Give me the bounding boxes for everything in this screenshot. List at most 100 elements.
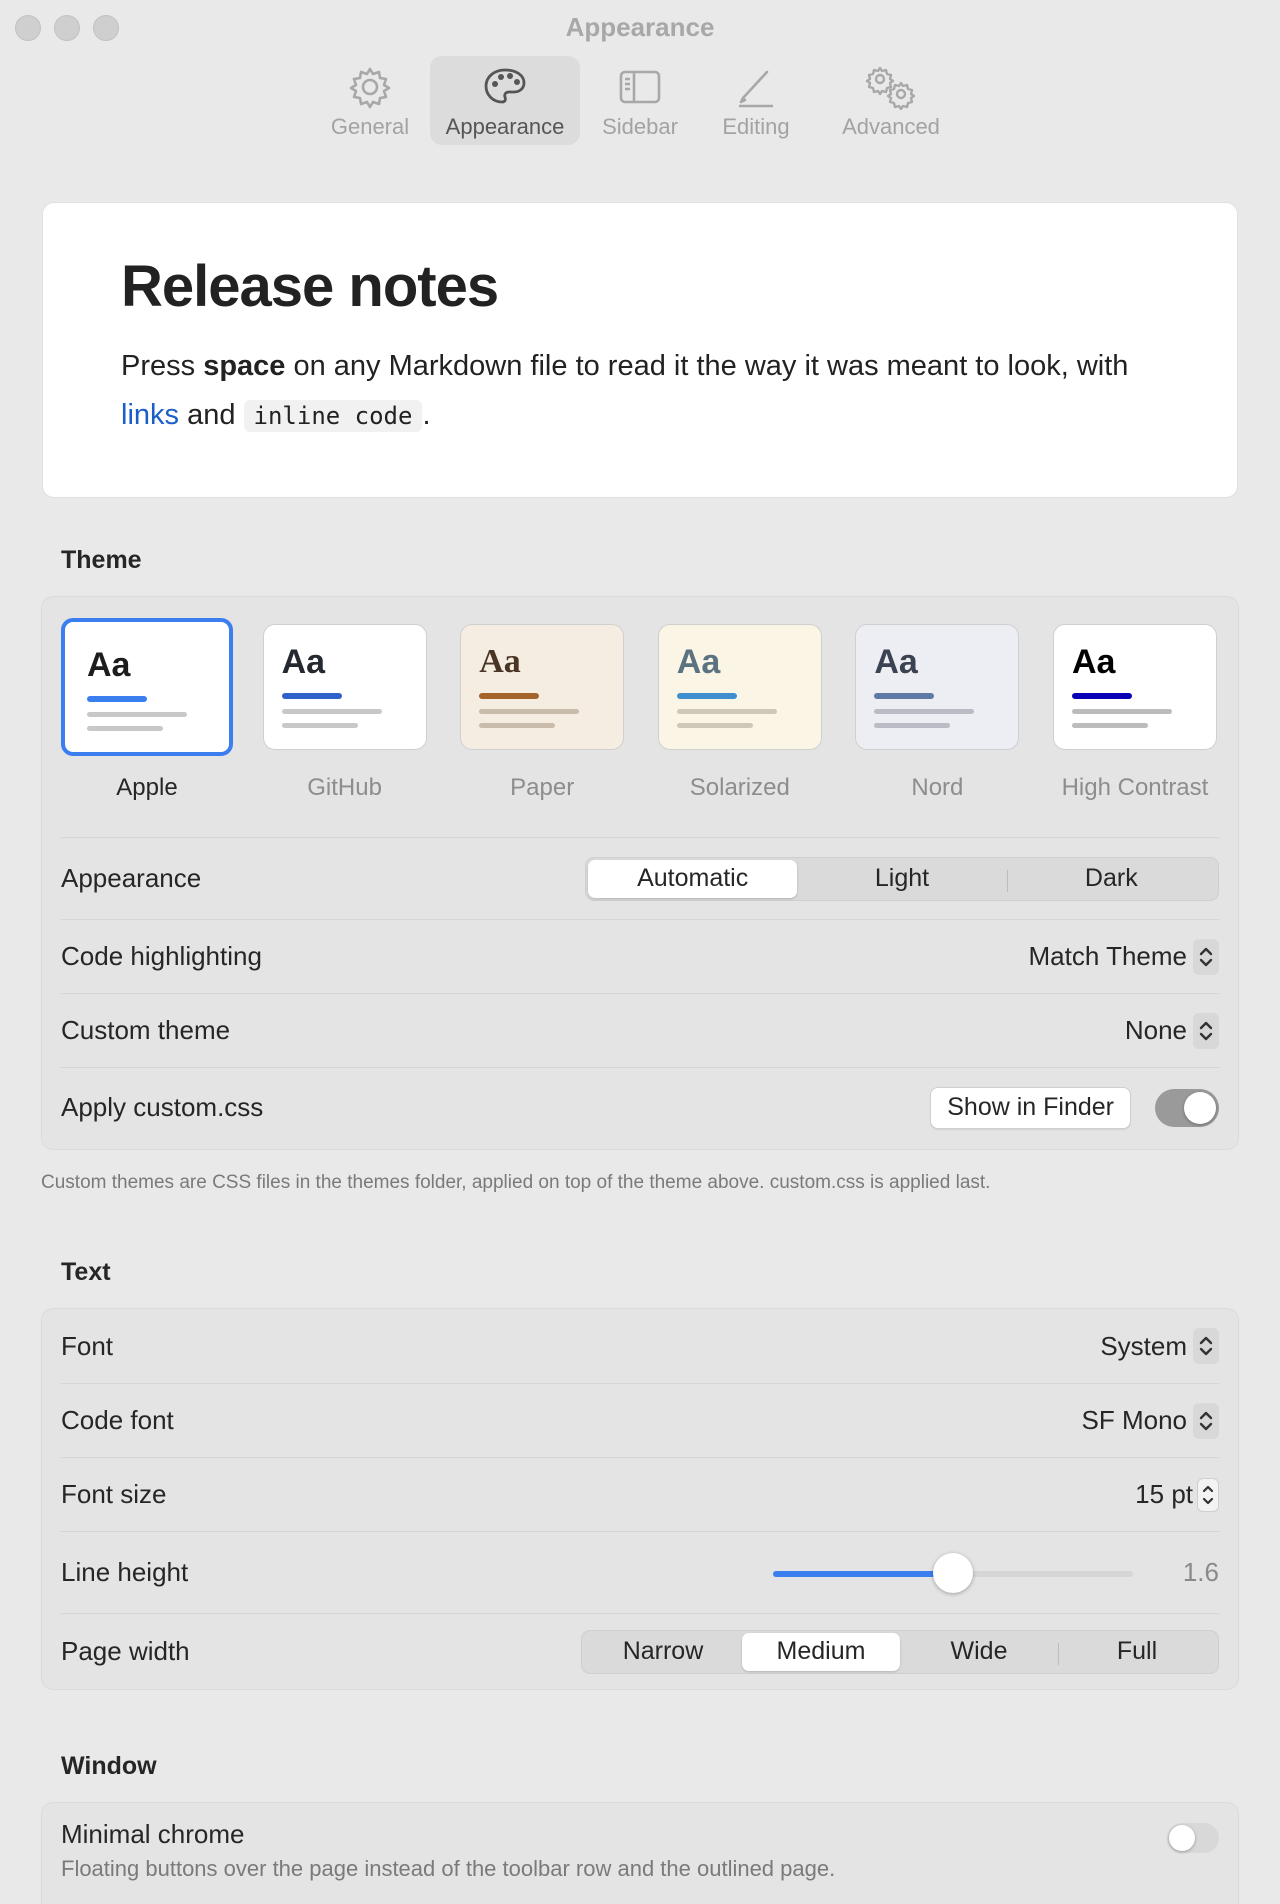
line-height-label: Line height <box>61 1557 189 1587</box>
minimal-chrome-label: Minimal chrome <box>61 1819 245 1849</box>
font-size-stepper[interactable] <box>1197 1477 1219 1512</box>
theme-swatch-line <box>281 693 342 699</box>
theme-swatch-line <box>676 723 753 728</box>
preview-inline-code: inline code <box>243 400 423 432</box>
theme-option-nord[interactable]: Aa Nord <box>851 624 1023 809</box>
tab-editing[interactable]: Editing <box>700 56 812 145</box>
tab-general-label: General <box>330 114 410 139</box>
appearance-option-automatic[interactable]: Automatic <box>588 859 798 898</box>
tab-sidebar[interactable]: Sidebar <box>584 56 696 145</box>
preview-paragraph: Press space on any Markdown file to read… <box>121 342 1159 441</box>
theme-option-solarized[interactable]: Aa Solarized <box>654 624 826 809</box>
theme-swatch-glyph: Aa <box>479 643 521 680</box>
appearance-label: Appearance <box>61 863 202 893</box>
tab-appearance[interactable]: Appearance <box>430 56 580 145</box>
sidebar-icon <box>619 70 661 104</box>
appearance-option-dark[interactable]: Dark <box>1006 860 1216 898</box>
theme-option-apple[interactable]: Aa Apple <box>61 618 233 809</box>
show-in-finder-button[interactable]: Show in Finder <box>930 1086 1131 1129</box>
theme-option-label: High Contrast <box>1061 774 1209 801</box>
line-height-slider[interactable] <box>772 1552 1133 1593</box>
page-width-option-full[interactable]: Full <box>1058 1633 1216 1671</box>
line-height-row: Line height 1.6 <box>61 1531 1219 1613</box>
theme-option-github[interactable]: Aa GitHub <box>259 624 431 809</box>
code-highlighting-popup[interactable]: Match Theme <box>1028 938 1219 975</box>
theme-swatch-line <box>874 723 951 728</box>
font-popup[interactable]: System <box>1100 1328 1219 1364</box>
pencil-icon <box>739 70 773 108</box>
theme-swatch[interactable]: Aa <box>855 624 1020 750</box>
toggle-knob <box>1184 1091 1216 1124</box>
minimal-chrome-description: Floating buttons over the page instead o… <box>61 1856 836 1881</box>
apply-custom-css-row: Apply custom.css Show in Finder <box>61 1067 1219 1147</box>
theme-swatch-line <box>874 709 975 714</box>
code-font-popup[interactable]: SF Mono <box>1081 1402 1219 1439</box>
page-width-option-medium[interactable]: Medium <box>742 1632 900 1671</box>
theme-swatch-line <box>874 693 935 699</box>
theme-swatch[interactable]: Aa <box>460 624 625 750</box>
tab-appearance-label: Appearance <box>445 114 565 139</box>
code-font-label: Code font <box>61 1405 174 1435</box>
font-value: System <box>1100 1330 1187 1361</box>
theme-swatch-glyph: Aa <box>676 643 721 681</box>
tab-advanced[interactable]: Advanced <box>816 56 966 145</box>
font-size-value[interactable]: 15 pt <box>1135 1479 1193 1510</box>
appearance-option-light[interactable]: Light <box>797 860 1006 898</box>
page-width-option-wide[interactable]: Wide <box>900 1633 1058 1671</box>
theme-swatch-line <box>281 723 358 728</box>
theme-swatch[interactable]: Aa <box>1052 624 1217 750</box>
page-width-row: Page width Narrow Medium Wide Full <box>61 1613 1219 1689</box>
custom-theme-label: Custom theme <box>61 1015 231 1045</box>
theme-swatch-line <box>479 709 580 714</box>
theme-option-high-contrast[interactable]: Aa High Contrast <box>1049 624 1221 809</box>
chevron-up-down-icon <box>1193 1012 1219 1049</box>
theme-swatch-glyph: Aa <box>874 643 918 681</box>
theme-swatch-line <box>479 723 556 728</box>
tab-sidebar-label: Sidebar <box>602 114 678 139</box>
tab-general[interactable]: General <box>314 56 426 145</box>
theme-swatch-line <box>1071 709 1172 714</box>
code-font-row: Code font SF Mono <box>61 1383 1219 1457</box>
apply-custom-css-toggle[interactable] <box>1155 1088 1219 1127</box>
apply-custom-css-label: Apply custom.css <box>61 1092 264 1122</box>
theme-section-title: Theme <box>61 546 142 574</box>
page-width-option-narrow[interactable]: Narrow <box>584 1633 742 1671</box>
theme-swatch-line <box>1071 723 1148 728</box>
code-highlighting-value: Match Theme <box>1028 941 1187 971</box>
preview-text: on any Markdown file to read it the way … <box>285 350 1129 382</box>
theme-swatch-line <box>87 696 147 702</box>
title-bar: Appearance General Appearance Sidebar Ed… <box>0 0 1280 150</box>
appearance-segmented-control: Automatic Light Dark <box>585 856 1219 901</box>
theme-swatch[interactable]: Aa <box>61 618 233 756</box>
tab-editing-label: Editing <box>722 114 790 139</box>
theme-tiles: Aa Apple Aa GitHub Aa Paper Aa Solarized Aa Nord A… <box>61 618 1221 809</box>
code-highlighting-label: Code highlighting <box>61 941 262 971</box>
window-title: Appearance <box>565 12 715 42</box>
theme-swatch[interactable]: Aa <box>657 624 822 750</box>
preview-heading: Release notes <box>121 254 499 319</box>
chevron-up-down-icon <box>1193 938 1219 975</box>
code-font-value: SF Mono <box>1081 1405 1188 1435</box>
preview-bold: space <box>203 350 286 382</box>
font-size-label: Font size <box>61 1479 167 1509</box>
custom-theme-value: None <box>1124 1015 1187 1045</box>
theme-swatch-line <box>281 709 382 714</box>
theme-option-label: Paper <box>510 774 575 801</box>
custom-theme-popup[interactable]: None <box>1124 1012 1219 1049</box>
line-height-value: 1.6 <box>1182 1557 1219 1587</box>
gears-icon <box>865 66 916 110</box>
theme-swatch-line <box>479 693 540 699</box>
preview-link: links <box>121 399 180 431</box>
theme-option-label: Solarized <box>689 774 790 801</box>
text-group: Font System Code font SF Mono Font size … <box>41 1308 1239 1690</box>
window-section-title: Window <box>61 1752 157 1780</box>
theme-swatch-line <box>87 712 187 717</box>
preferences-toolbar: General Appearance Sidebar Editing Advan… <box>0 56 1280 145</box>
window-group: Minimal chrome Floating buttons over the… <box>41 1802 1239 1904</box>
minimal-chrome-toggle[interactable] <box>1167 1823 1219 1853</box>
theme-option-paper[interactable]: Aa Paper <box>456 624 628 809</box>
slider-thumb[interactable] <box>932 1552 973 1593</box>
theme-swatch[interactable]: Aa <box>262 624 427 750</box>
theme-option-label: Apple <box>116 774 178 801</box>
font-size-row: Font size 15 pt <box>61 1457 1219 1531</box>
